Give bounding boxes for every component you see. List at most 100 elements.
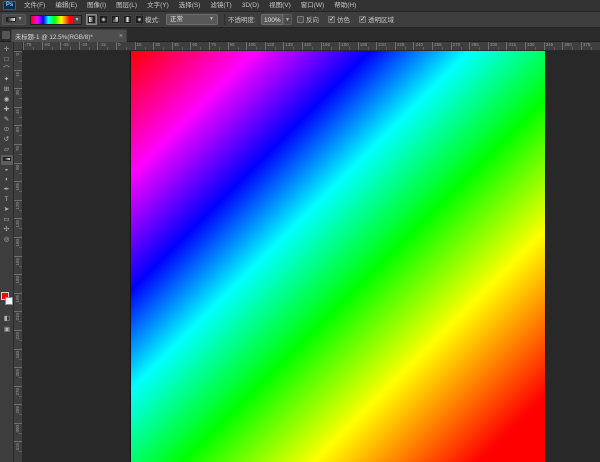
menu-item[interactable]: 文件(F) (22, 0, 47, 12)
checkbox-label: 仿色 (337, 14, 350, 24)
menu-item[interactable]: 图像(I) (85, 0, 108, 12)
ruler-tick: 150 (14, 237, 22, 256)
dodge-tool[interactable]: ◖ (1, 175, 13, 185)
menu-item[interactable]: 滤镜(T) (208, 0, 233, 12)
panel-collapse-button[interactable] (2, 31, 10, 39)
ruler-corner[interactable] (14, 42, 23, 51)
checkbox-box[interactable]: ✓ (359, 16, 366, 23)
ruler-tick: 105 (246, 42, 265, 50)
ruler-tick: 345 (544, 42, 563, 50)
gradient-type-buttons (86, 14, 145, 25)
ruler-tick: 300 (14, 423, 22, 442)
background-color-swatch[interactable] (5, 297, 13, 305)
ruler-tick: 30 (153, 42, 172, 50)
gradient-tool-icon (6, 17, 16, 22)
ruler-tick: 45 (14, 107, 22, 126)
clone-stamp-tool[interactable]: ⊙ (1, 125, 13, 135)
gradient-preview[interactable] (31, 16, 73, 24)
hand-tool[interactable]: ✣ (1, 225, 13, 235)
canvas-image[interactable] (130, 51, 546, 462)
diamond-gradient-button[interactable] (134, 14, 145, 25)
chevron-down-icon: ▼ (18, 17, 23, 22)
workspace (23, 51, 600, 462)
quick-mask-button[interactable]: ◧ (1, 314, 13, 324)
ruler-tick: 270 (14, 386, 22, 405)
quick-selection-tool[interactable]: ✦ (1, 75, 13, 85)
menu-item[interactable]: 窗口(W) (299, 0, 326, 12)
checkbox-box[interactable]: ✓ (328, 16, 335, 23)
ruler-tick: 195 (14, 293, 22, 312)
menu-items: 文件(F) 编辑(E) 图像(I) 图层(L) 文字(Y) 选择(S) 滤镜(T) 3D(D)… (22, 0, 358, 12)
marquee-tool[interactable]: □ (1, 55, 13, 65)
photoshop-logo: Ps (3, 1, 16, 10)
separator (224, 14, 225, 25)
zoom-tool[interactable]: ◎ (1, 235, 13, 245)
radial-gradient-button[interactable] (98, 14, 109, 25)
document-tab-title: 未标题-1 @ 12.5%(RGB/8)* (15, 32, 93, 41)
opacity-label: 不透明度: (228, 16, 256, 25)
blend-mode-select[interactable]: 正常 ▼ (166, 14, 218, 25)
ruler-tick: 315 (14, 441, 22, 460)
blur-tool[interactable]: ◒ (1, 165, 13, 175)
ruler-tick: 315 (506, 42, 525, 50)
checkbox-透明区域[interactable]: ✓透明区域 (359, 14, 394, 24)
menu-item[interactable]: 帮助(H) (332, 0, 358, 12)
ruler-tick: 165 (14, 256, 22, 275)
menu-item[interactable]: 编辑(E) (53, 0, 79, 12)
ruler-tick: 75 (209, 42, 228, 50)
ruler-tick: 255 (432, 42, 451, 50)
menu-item[interactable]: 视图(V) (267, 0, 293, 12)
crop-tool[interactable]: ⊞ (1, 85, 13, 95)
tool-stack: ✛□⌒✦⊞◉✚✎⊙↺▱ ◒◖✒T➤▭✣◎ (0, 42, 13, 245)
checkbox-box[interactable] (297, 16, 304, 23)
ruler-tick: 135 (14, 218, 22, 237)
healing-brush-tool[interactable]: ✚ (1, 105, 13, 115)
document-tab[interactable]: 未标题-1 @ 12.5%(RGB/8)* × (11, 29, 127, 42)
chevron-down-icon: ▼ (209, 17, 214, 22)
photoshop-window: Ps 文件(F) 编辑(E) 图像(I) 图层(L) 文字(Y) 选择(S) 滤镜(T) 3D… (0, 0, 600, 462)
move-tool[interactable]: ✛ (1, 45, 13, 55)
chevron-down-icon[interactable]: ▼ (73, 16, 81, 24)
brush-tool[interactable]: ✎ (1, 115, 13, 125)
checkbox-仿色[interactable]: ✓仿色 (328, 14, 350, 24)
ruler-tick: 165 (321, 42, 340, 50)
menu-item[interactable]: 3D(D) (240, 0, 261, 12)
eraser-tool[interactable]: ▱ (1, 145, 13, 155)
tool-options-bar: ▼ ▼ 模式: 正常 ▼ 不透明度: 100% ▼ 反向✓仿色✓透明区域 (0, 12, 600, 28)
linear-gradient-button[interactable] (86, 14, 97, 25)
menu-item[interactable]: 文字(Y) (145, 0, 171, 12)
color-swatches (1, 292, 13, 306)
pen-tool[interactable]: ✒ (1, 185, 13, 195)
chevron-down-icon[interactable]: ▼ (283, 14, 292, 25)
ruler-tick: 60 (190, 42, 209, 50)
menu-item[interactable]: 图层(L) (114, 0, 139, 12)
close-icon[interactable]: × (119, 33, 123, 40)
gradient-tool[interactable] (1, 155, 13, 165)
ruler-tick: 225 (395, 42, 414, 50)
ruler-tick: 375 (581, 42, 600, 50)
angle-gradient-button[interactable] (110, 14, 121, 25)
reflected-gradient-button[interactable] (122, 14, 133, 25)
lasso-tool[interactable]: ⌒ (1, 65, 13, 75)
ruler-tick: 15 (135, 42, 154, 50)
vertical-ruler[interactable]: 0153045607590105120135150165180195210225… (14, 51, 23, 462)
path-selection-tool[interactable]: ➤ (1, 205, 13, 215)
document-tab-bar: 未标题-1 @ 12.5%(RGB/8)* × (0, 28, 600, 42)
menu-item[interactable]: 选择(S) (177, 0, 203, 12)
screen-mode-button[interactable]: ▣ (1, 325, 13, 335)
checkbox-反向[interactable]: 反向 (297, 14, 319, 24)
eyedropper-tool[interactable]: ◉ (1, 95, 13, 105)
history-brush-tool[interactable]: ↺ (1, 135, 13, 145)
opacity-input[interactable]: 100% (261, 14, 283, 25)
ruler-tick: -45 (60, 42, 79, 50)
ruler-tick: 0 (14, 51, 22, 70)
tool-preset-picker[interactable]: ▼ (2, 14, 26, 25)
ruler-tick: 330 (525, 42, 544, 50)
ruler-tick: 45 (172, 42, 191, 50)
shape-tool[interactable]: ▭ (1, 215, 13, 225)
type-tool[interactable]: T (1, 195, 13, 205)
gradient-picker[interactable]: ▼ (30, 15, 82, 25)
ruler-tick: 15 (14, 70, 22, 89)
horizontal-ruler[interactable]: -75-60-45-30-150153045607590105120135150… (23, 42, 600, 51)
ruler-tick: 270 (451, 42, 470, 50)
